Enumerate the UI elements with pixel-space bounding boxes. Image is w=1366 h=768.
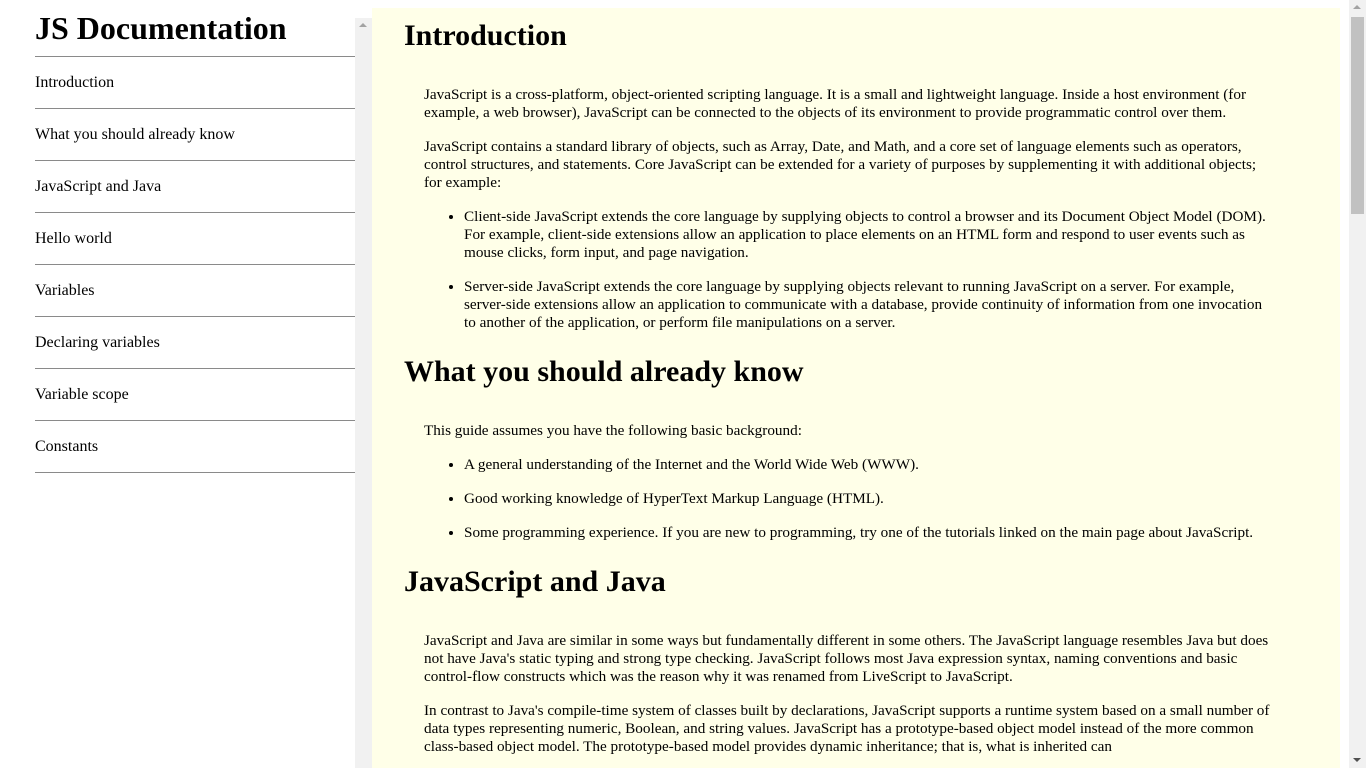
nav-list-item: Variables xyxy=(35,265,355,317)
page-scrollbar[interactable] xyxy=(1349,0,1366,768)
nav-list-item: Declaring variables xyxy=(35,317,355,369)
nav-link-constants[interactable]: Constants xyxy=(35,421,355,473)
main-doc: Introduction JavaScript is a cross-platf… xyxy=(372,8,1340,768)
section-header-what-you-should-already-know: What you should already know xyxy=(404,355,804,388)
section-paragraph: JavaScript is a cross-platform, object-o… xyxy=(424,86,1247,121)
bullet-item: Good working knowledge of HyperText Mark… xyxy=(464,490,1272,508)
scroll-thumb[interactable] xyxy=(1351,17,1364,214)
scroll-up-arrow-icon[interactable] xyxy=(1353,5,1361,9)
section-introduction: Introduction JavaScript is a cross-platf… xyxy=(372,8,1340,332)
nav-link-declaring-variables[interactable]: Declaring variables xyxy=(35,317,355,369)
bullet-list: A general understanding of the Internet … xyxy=(372,456,1340,542)
section-header-javascript-and-java: JavaScript and Java xyxy=(404,565,666,598)
scroll-down-arrow-icon[interactable] xyxy=(1353,758,1361,762)
section-paragraph: JavaScript contains a standard library o… xyxy=(424,138,1257,191)
sidebar-scrollbar[interactable] xyxy=(355,18,372,768)
nav-link-variables[interactable]: Variables xyxy=(35,265,355,317)
section-what-you-should-already-know: What you should already know This guide … xyxy=(372,332,1340,542)
scroll-up-arrow-icon[interactable] xyxy=(359,23,367,27)
nav-list-item: Hello world xyxy=(35,213,355,265)
nav-list-item: JavaScript and Java xyxy=(35,161,355,213)
section-paragraph: In contrast to Java's compile-time syste… xyxy=(424,702,1270,755)
section-javascript-and-java: JavaScript and Java JavaScript and Java … xyxy=(372,542,1340,756)
page: JS Documentation Introduction What you s… xyxy=(0,0,1366,768)
bullet-list: Client-side JavaScript extends the core … xyxy=(372,208,1340,332)
bullet-item: Client-side JavaScript extends the core … xyxy=(464,208,1272,262)
nav-link-hello-world[interactable]: Hello world xyxy=(35,213,355,265)
section-paragraph: JavaScript and Java are similar in some … xyxy=(424,632,1269,685)
nav-link-javascript-and-java[interactable]: JavaScript and Java xyxy=(35,161,355,213)
bullet-item: A general understanding of the Internet … xyxy=(464,456,1272,474)
nav-list-item: Variable scope xyxy=(35,369,355,421)
nav-list-item: Constants xyxy=(35,421,355,473)
nav-link-what-you-should-already-know[interactable]: What you should already know xyxy=(35,109,355,161)
nav-link-variable-scope[interactable]: Variable scope xyxy=(35,369,355,421)
nav-link-introduction[interactable]: Introduction xyxy=(35,57,355,109)
nav-title: JS Documentation xyxy=(35,10,287,46)
nav-list-item: What you should already know xyxy=(35,109,355,161)
section-header-introduction: Introduction xyxy=(404,19,567,52)
bullet-item: Some programming experience. If you are … xyxy=(464,524,1272,542)
bullet-item: Server-side JavaScript extends the core … xyxy=(464,278,1272,332)
nav-list-item: Introduction xyxy=(35,57,355,109)
section-paragraph: This guide assumes you have the followin… xyxy=(424,422,802,439)
navbar: JS Documentation Introduction What you s… xyxy=(0,0,355,768)
nav-list: Introduction What you should already kno… xyxy=(35,56,355,473)
